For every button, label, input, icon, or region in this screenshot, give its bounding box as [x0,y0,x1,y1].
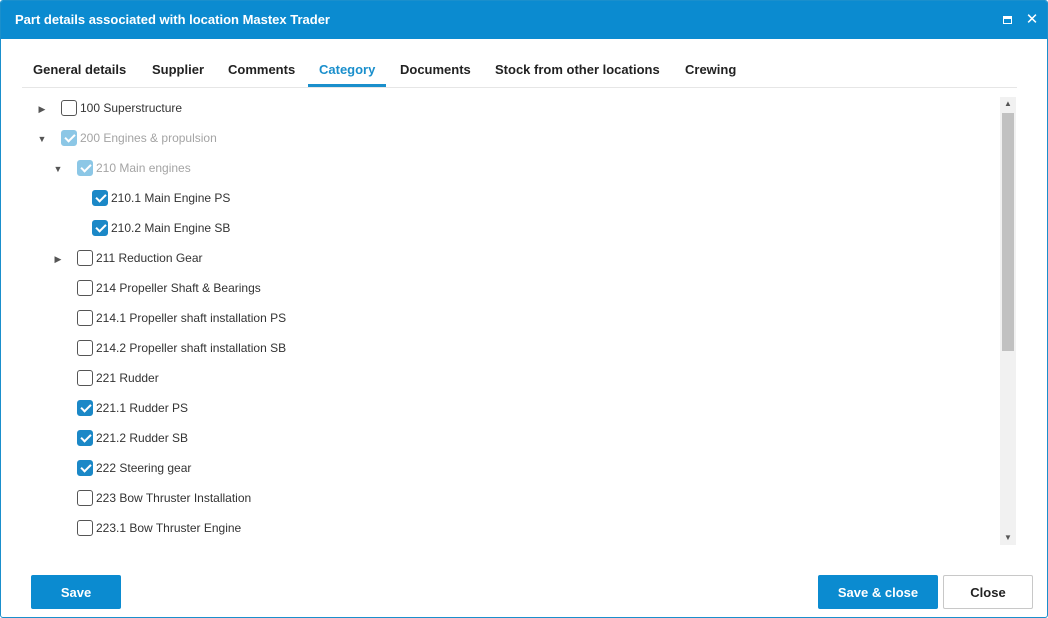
tree-item-label: 214.1 Propeller shaft installation PS [96,311,287,325]
tree-item[interactable]: 221 Rudder [31,367,991,391]
caret-down-icon[interactable]: ▼ [53,164,63,174]
tree-item-checkbox[interactable] [77,400,93,416]
tree-item-checkbox[interactable] [77,490,93,506]
tree-item[interactable]: 223.1 Bow Thruster Engine [31,517,991,541]
tree-item[interactable]: ▶ 211 Reduction Gear [31,247,991,271]
part-details-dialog: Part details associated with location Ma… [0,0,1048,618]
category-tree: ▶ 100 Superstructure ▼ 200 Engines & propul… [31,95,996,545]
tab-comments[interactable]: Comments [217,53,306,87]
scrollbar-thumb[interactable] [1002,113,1014,351]
tree-item[interactable]: 222 Steering gear [31,457,991,481]
tree-item[interactable]: 210.2 Main Engine SB [31,217,991,241]
tree-item[interactable]: ▶ 100 Superstructure [31,97,991,121]
tree-item-checkbox[interactable] [77,460,93,476]
tree-item-label: 200 Engines & propulsion [80,131,217,145]
tab-bar: General details Supplier Comments Catego… [22,53,1017,88]
tree-item[interactable]: 210.1 Main Engine PS [31,187,991,211]
caret-right-icon[interactable]: ▶ [37,104,47,114]
tab-documents[interactable]: Documents [389,53,482,87]
tree-item-checkbox[interactable] [77,430,93,446]
tab-category[interactable]: Category [308,53,387,87]
tree-item-checkbox[interactable] [77,310,93,326]
tab-crewing[interactable]: Crewing [674,53,747,87]
tree-item-label: 221.2 Rudder SB [96,431,189,445]
tree-item-checkbox[interactable] [61,100,77,116]
scroll-up-icon[interactable]: ▲ [1000,97,1016,111]
tree-item[interactable]: 214.2 Propeller shaft installation SB [31,337,991,361]
vertical-scrollbar[interactable]: ▲ ▼ [1000,97,1016,545]
tree-item-checkbox[interactable] [92,190,108,206]
maximize-button[interactable] [997,10,1017,30]
tab-general-details[interactable]: General details [22,53,137,87]
tree-item[interactable]: 221.2 Rudder SB [31,427,991,451]
maximize-icon [1002,16,1012,24]
tree-item-label: 221.1 Rudder PS [96,401,189,415]
close-button[interactable]: Close [943,575,1033,609]
tree-item-checkbox[interactable] [77,280,93,296]
tree-item[interactable]: 214.1 Propeller shaft installation PS [31,307,991,331]
tree-item[interactable]: ▼ 210 Main engines [31,157,991,181]
tree-item-label: 214.2 Propeller shaft installation SB [96,341,287,355]
tree-item-checkbox[interactable] [61,130,77,146]
tree-item-checkbox[interactable] [77,340,93,356]
tree-item[interactable]: 221.1 Rudder PS [31,397,991,421]
title-bar: Part details associated with location Ma… [1,1,1047,39]
tree-item-label: 210 Main engines [96,161,191,175]
tree-item-label: 210.1 Main Engine PS [111,191,231,205]
close-icon[interactable]: ✕ [1022,10,1042,30]
tree-item[interactable]: ▼ 200 Engines & propulsion [31,127,991,151]
tab-supplier[interactable]: Supplier [141,53,215,87]
tree-item-checkbox[interactable] [77,160,93,176]
tree-item-checkbox[interactable] [92,220,108,236]
caret-right-icon[interactable]: ▶ [53,254,63,264]
tree-item-label: 222 Steering gear [96,461,192,475]
scroll-down-icon[interactable]: ▼ [1000,531,1016,545]
tree-item-label: 223 Bow Thruster Installation [96,491,252,505]
tree-item-label: 214 Propeller Shaft & Bearings [96,281,261,295]
tree-item-checkbox[interactable] [77,250,93,266]
tree-item[interactable]: 214 Propeller Shaft & Bearings [31,277,991,301]
tree-item-label: 223.1 Bow Thruster Engine [96,521,242,535]
tree-item-checkbox[interactable] [77,370,93,386]
tree-item-label: 210.2 Main Engine SB [111,221,231,235]
caret-down-icon[interactable]: ▼ [37,134,47,144]
save-button[interactable]: Save [31,575,121,609]
dialog-title: Part details associated with location Ma… [15,12,330,27]
tree-item[interactable]: 223 Bow Thruster Installation [31,487,991,511]
tree-item-checkbox[interactable] [77,520,93,536]
tree-item-label: 211 Reduction Gear [96,251,203,265]
tab-stock-from-other-locations[interactable]: Stock from other locations [484,53,671,87]
save-and-close-button[interactable]: Save & close [818,575,938,609]
tree-item-label: 221 Rudder [96,371,159,385]
tree-item-label: 100 Superstructure [80,101,183,115]
